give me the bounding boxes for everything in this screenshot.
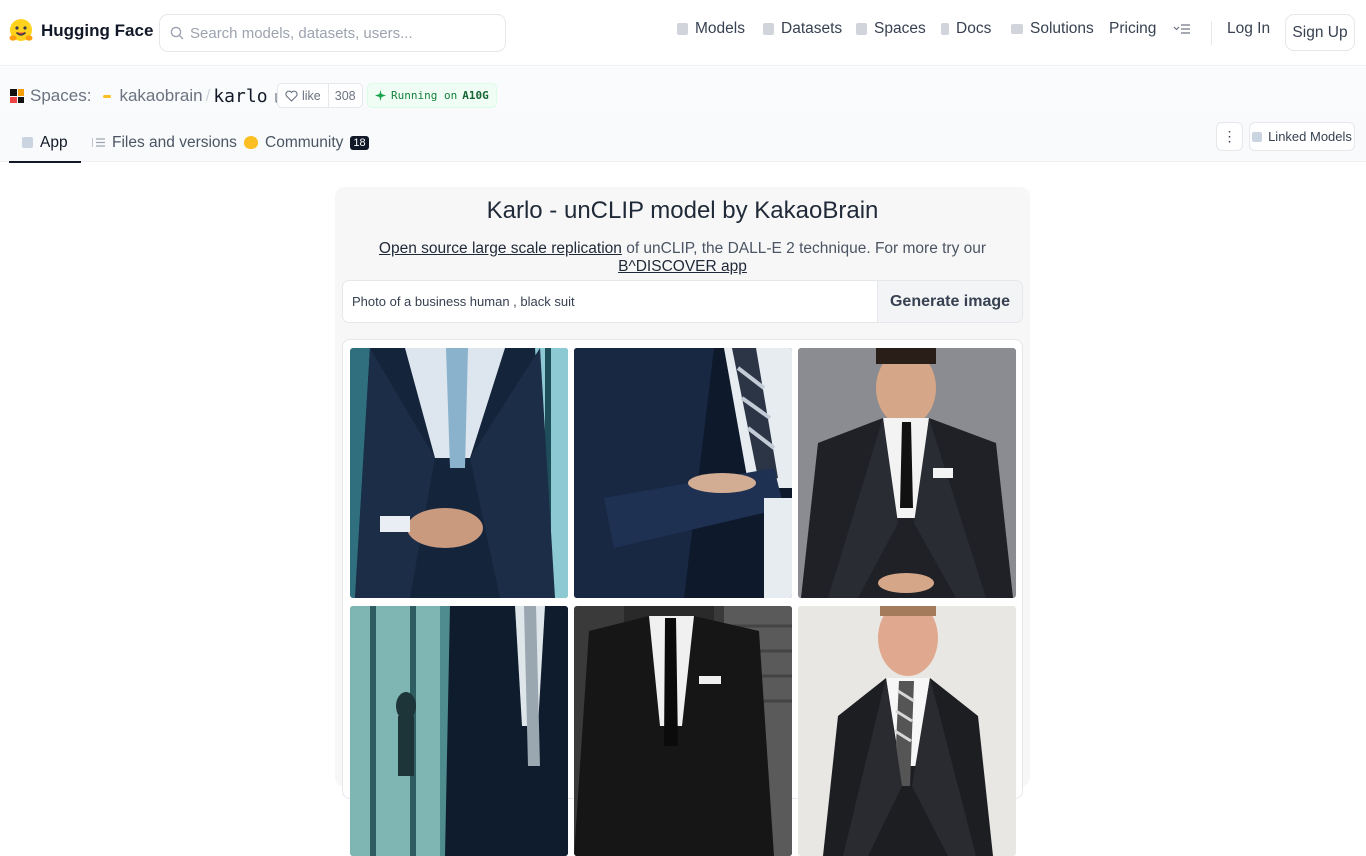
kebab-icon: ⋮ <box>1222 128 1237 144</box>
spaces-nav-icon <box>856 23 867 35</box>
like-count: 308 <box>334 88 356 103</box>
tab-files-label: Files and versions <box>112 133 237 151</box>
app-description: Open source large scale replication of u… <box>335 240 1030 276</box>
status-text: Running on <box>391 89 458 102</box>
tab-community-label: Community <box>265 133 344 151</box>
space-header: Spaces: kakaobrain / karlo like 308 Runn… <box>0 67 1366 163</box>
space-tabs: App Files and versions Community 18 <box>0 123 1366 163</box>
spaces-icon <box>10 89 24 103</box>
nav-solutions-label: Solutions <box>1030 20 1094 37</box>
image-gallery <box>342 339 1023 856</box>
menu-icon <box>1173 24 1190 34</box>
gallery-image[interactable] <box>798 606 1016 856</box>
nav-divider <box>1211 21 1212 45</box>
files-icon <box>92 138 105 147</box>
more-options-button[interactable]: ⋮ <box>1216 122 1243 151</box>
breadcrumb: Spaces: kakaobrain / karlo <box>10 84 288 108</box>
signup-button[interactable]: Sign Up <box>1285 14 1355 51</box>
nav-pricing-label: Pricing <box>1109 20 1157 37</box>
replication-link[interactable]: Open source large scale replication <box>379 240 622 257</box>
nav-pricing[interactable]: Pricing <box>1109 20 1156 38</box>
docs-icon <box>941 23 949 35</box>
suit-portrait-light-image <box>798 606 1016 856</box>
running-icon <box>375 90 386 101</box>
nav-docs[interactable]: Docs <box>941 20 991 38</box>
description-text: of unCLIP, the DALL-E 2 technique. For m… <box>626 240 987 257</box>
nav-more-menu[interactable] <box>1173 22 1191 36</box>
heart-icon <box>285 90 298 102</box>
breadcrumb-spaces[interactable]: Spaces: <box>30 86 91 106</box>
nav-datasets[interactable]: Datasets <box>763 20 842 38</box>
nav-solutions[interactable]: Solutions <box>1011 20 1094 38</box>
prompt-input[interactable] <box>343 281 877 322</box>
gallery-image[interactable] <box>350 348 568 598</box>
nav-models-label: Models <box>695 20 745 37</box>
gradio-app: Karlo - unCLIP model by KakaoBrain Open … <box>335 187 1030 856</box>
linked-models-button[interactable]: Linked Models <box>1249 122 1355 151</box>
cube-icon <box>677 23 688 35</box>
nav-docs-label: Docs <box>956 20 992 37</box>
community-count-badge: 18 <box>350 135 369 150</box>
gallery-image[interactable] <box>574 348 792 598</box>
tab-community[interactable]: Community 18 <box>244 123 369 162</box>
community-icon <box>244 136 258 149</box>
gallery-image[interactable] <box>798 348 1016 598</box>
tab-files[interactable]: Files and versions <box>92 123 237 162</box>
suit-photo-hands-image <box>350 348 568 598</box>
suit-photo-arms-image <box>574 348 792 598</box>
app-title: Karlo - unCLIP model by KakaoBrain <box>486 197 879 224</box>
hardware-label: A10G <box>462 89 489 102</box>
login-link[interactable]: Log In <box>1227 20 1270 38</box>
tab-app-label: App <box>40 133 68 151</box>
cube-icon <box>1252 131 1263 142</box>
like-label: like <box>302 88 321 103</box>
breadcrumb-repo[interactable]: karlo <box>213 86 267 107</box>
owner-avatar <box>103 94 112 98</box>
nav-spaces-label: Spaces <box>874 20 926 37</box>
breadcrumb-owner[interactable]: kakaobrain <box>119 86 202 106</box>
suit-photo-bw-image <box>574 606 792 856</box>
generate-image-button[interactable]: Generate image <box>877 281 1022 322</box>
gallery-image[interactable] <box>574 606 792 856</box>
gallery-image[interactable] <box>350 606 568 856</box>
nav-spaces[interactable]: Spaces <box>856 20 926 38</box>
breadcrumb-separator: / <box>205 86 211 105</box>
linked-models-label: Linked Models <box>1268 129 1352 144</box>
suit-photo-window-image <box>350 606 568 856</box>
solutions-icon <box>1011 24 1023 34</box>
bdiscover-link[interactable]: B^DISCOVER app <box>618 258 747 275</box>
nav-datasets-label: Datasets <box>781 20 843 37</box>
login-label: Log In <box>1227 20 1271 37</box>
like-button[interactable]: like 308 <box>277 83 363 108</box>
status-badge: Running on A10G <box>367 83 497 108</box>
prompt-row: Generate image <box>342 280 1023 323</box>
signup-label: Sign Up <box>1292 23 1348 41</box>
nav-models[interactable]: Models <box>677 20 745 38</box>
suit-portrait-image <box>798 348 1016 598</box>
top-navbar: Hugging Face Models Datasets Spaces Docs… <box>0 0 1366 66</box>
tab-app[interactable]: App <box>9 123 81 163</box>
cube-icon <box>22 137 33 148</box>
dataset-icon <box>763 23 774 35</box>
